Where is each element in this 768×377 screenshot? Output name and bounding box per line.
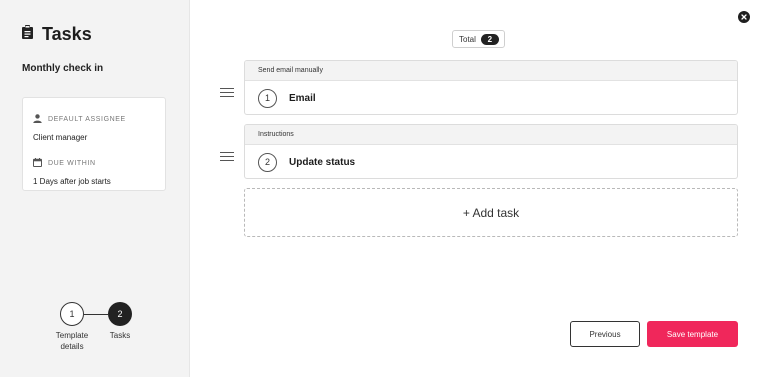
person-icon [33, 110, 42, 128]
add-task-button[interactable]: + Add task [244, 188, 738, 237]
sidebar: Tasks Monthly check in DEFAULT ASSIGNEE … [0, 0, 190, 377]
template-name: Monthly check in [22, 63, 104, 74]
task-card[interactable]: Instructions 2 Update status [244, 124, 738, 179]
sidebar-header: Tasks [22, 24, 92, 45]
task-type-label: Send email manually [245, 61, 737, 81]
step-1-label: Template details [55, 331, 89, 351]
drag-handle-icon[interactable] [220, 88, 234, 98]
due-within-value: 1 Days after job starts [33, 177, 111, 186]
task-card[interactable]: Send email manually 1 Email [244, 60, 738, 115]
step-1-circle[interactable]: 1 [60, 302, 84, 326]
task-number: 1 [258, 88, 277, 108]
total-tasks-pill: Total 2 [452, 30, 505, 48]
due-within-label: DUE WITHIN [48, 159, 96, 167]
close-icon [741, 14, 747, 20]
step-2-circle[interactable]: 2 [108, 302, 132, 326]
due-within-row: DUE WITHIN [33, 154, 155, 172]
clipboard-icon [22, 25, 33, 44]
default-assignee-row: DEFAULT ASSIGNEE [33, 110, 155, 128]
page-title: Tasks [42, 24, 92, 44]
step-connector [84, 313, 108, 315]
template-info-card: DEFAULT ASSIGNEE Client manager DUE WITH… [22, 97, 166, 191]
task-body: 1 Email [245, 81, 737, 114]
previous-button[interactable]: Previous [570, 321, 640, 347]
task-type-label: Instructions [245, 125, 737, 145]
default-assignee-value: Client manager [33, 133, 88, 142]
drag-handle-icon[interactable] [220, 152, 234, 162]
progress-stepper: 1 2 Template details Tasks [48, 302, 148, 362]
task-body: 2 Update status [245, 145, 737, 178]
close-button[interactable] [738, 11, 750, 23]
task-name: Email [289, 92, 316, 104]
total-label: Total [459, 34, 476, 44]
step-2-label: Tasks [109, 331, 131, 340]
task-number: 2 [258, 152, 277, 172]
total-count-badge: 2 [480, 33, 499, 45]
task-name: Update status [289, 156, 356, 168]
save-template-button[interactable]: Save template [647, 321, 738, 347]
calendar-icon [33, 154, 42, 172]
default-assignee-label: DEFAULT ASSIGNEE [48, 115, 126, 123]
